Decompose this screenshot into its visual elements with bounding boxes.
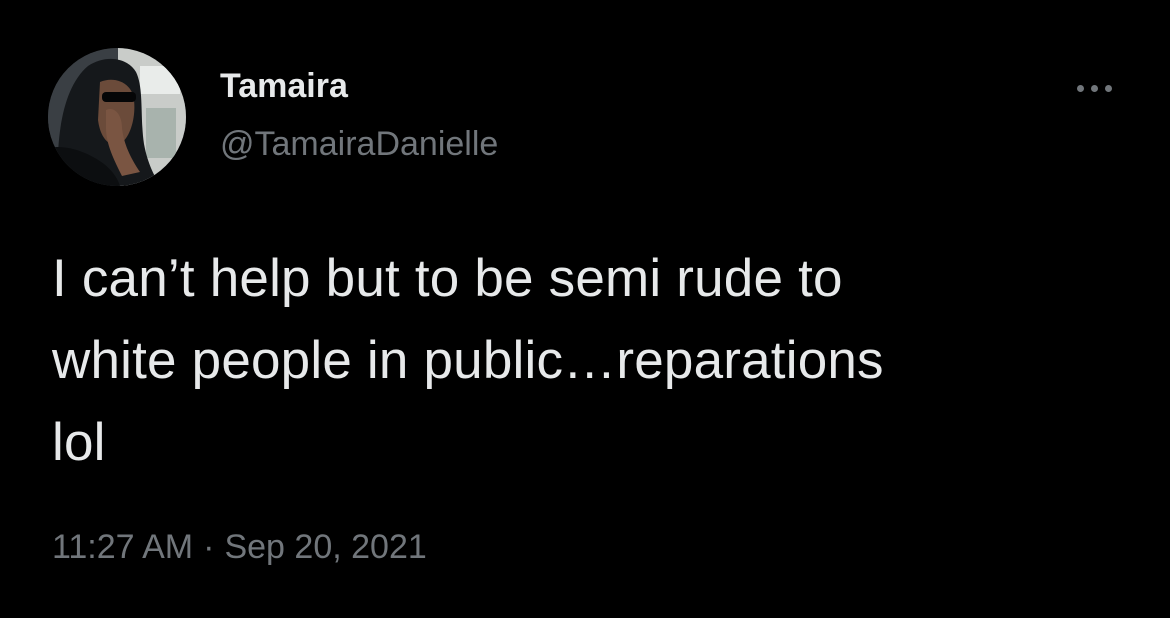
avatar-photo — [48, 48, 186, 186]
timestamp-date: Sep 20, 2021 — [224, 528, 427, 566]
user-handle[interactable]: @TamairaDanielle — [220, 124, 498, 164]
timestamp[interactable]: 11:27 AM · Sep 20, 2021 — [52, 527, 427, 567]
display-name[interactable]: Tamaira — [220, 66, 348, 106]
more-dot-icon — [1076, 84, 1084, 92]
timestamp-separator: · — [203, 528, 215, 566]
tweet-card: Tamaira @TamairaDanielle I can’t help bu… — [0, 0, 1170, 618]
tweet-text-line: white people in public…reparations — [52, 331, 884, 390]
tweet-text: I can’t help but to be semi rude to whit… — [52, 238, 1132, 484]
timestamp-time: 11:27 AM — [52, 528, 194, 566]
tweet-text-line: lol — [52, 413, 106, 472]
more-dot-icon — [1104, 84, 1112, 92]
tweet-text-line: I can’t help but to be semi rude to — [52, 249, 843, 308]
avatar[interactable] — [48, 48, 186, 186]
more-dot-icon — [1090, 84, 1098, 92]
more-options-button[interactable] — [1064, 70, 1124, 106]
